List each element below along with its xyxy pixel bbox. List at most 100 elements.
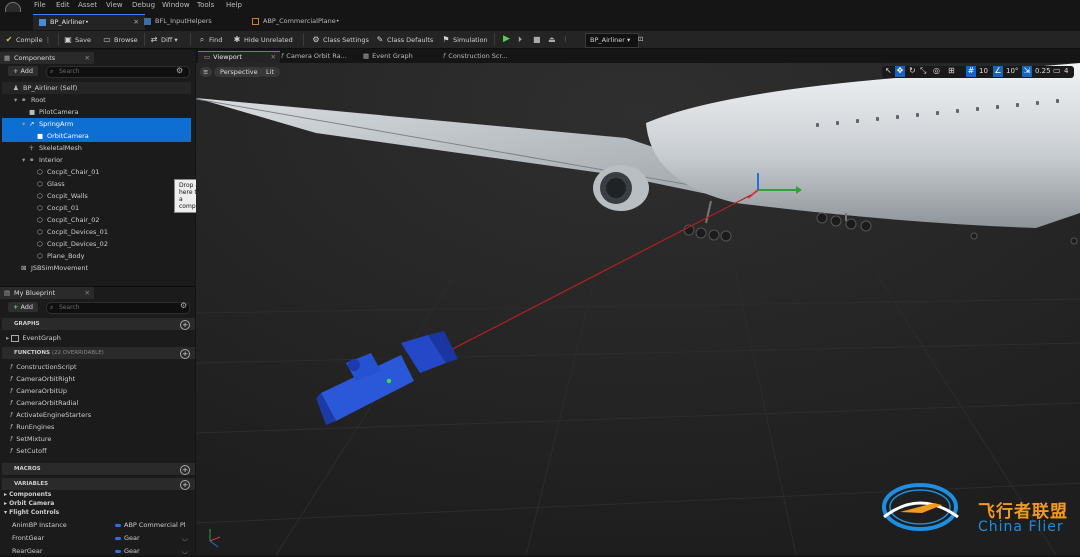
function-item[interactable]: f CameraOrbitRadial [10, 397, 180, 409]
function-item[interactable]: f CameraOrbitRight [10, 373, 180, 385]
surface-snap-icon[interactable]: ⊞ [948, 66, 955, 75]
play-options-icon[interactable]: ⋮ [562, 33, 569, 46]
rotation-snap-value[interactable]: 10° [1006, 67, 1018, 75]
tab-viewport[interactable]: ▭ Viewport ✕ [198, 51, 280, 63]
variable-type[interactable]: Gear [115, 545, 140, 557]
component-tree-item[interactable]: ▾ ⚭ Interior [2, 154, 191, 166]
debug-select-icon[interactable]: ⊡ [638, 33, 643, 46]
scale-snap-value[interactable]: 0.25 [1035, 67, 1051, 75]
select-mode-icon[interactable]: ↖ [885, 66, 892, 75]
collapse-arrow-icon[interactable]: ▾ [22, 118, 29, 130]
function-item[interactable]: f SetCutoff [10, 445, 180, 457]
scale-snap-icon[interactable]: ⇲ [1022, 66, 1032, 77]
function-item[interactable]: f RunEngines [10, 421, 180, 433]
tab-event-graph[interactable]: ▦ Event Graph [357, 51, 439, 62]
component-tree-item[interactable]: ▾ ⚭ Root [2, 94, 191, 106]
eye-icon[interactable]: ◡ [182, 545, 188, 557]
camera-speed-icon[interactable]: ▭ [1053, 66, 1061, 75]
function-item[interactable]: f ActivateEngineStarters [10, 409, 180, 421]
variable-group-components[interactable]: ▸ Components [4, 490, 51, 499]
variable-row[interactable]: FrontGear Gear ◡ [12, 532, 192, 544]
add-variable-icon[interactable]: + [180, 480, 190, 490]
component-tree-item[interactable]: ⊠ JSBSimMovement [2, 262, 191, 274]
components-search-input[interactable]: ⌕ Search [46, 66, 190, 78]
menu-help[interactable]: Help [226, 1, 242, 9]
component-tree-item[interactable]: ⬡ Cocpit_01 [2, 202, 191, 214]
debug-object-dropdown[interactable]: BP_Airliner ▾ [585, 33, 639, 48]
add-component-button[interactable]: + Add [8, 66, 39, 76]
play-icon[interactable]: ▶ [503, 33, 510, 46]
tab-bfl-inputhelpers[interactable]: BFL_InputHelpers [138, 14, 250, 29]
grid-snap-value[interactable]: 10 [979, 67, 988, 75]
variable-group-orbit-camera[interactable]: ▸ Orbit Camera [4, 499, 54, 508]
component-tree-item[interactable]: ⬡ Cocpit_Chair_01 [2, 166, 191, 178]
menu-edit[interactable]: Edit [56, 1, 70, 9]
tab-construction-script[interactable]: f Construction Scr... [437, 51, 529, 62]
scale-mode-icon[interactable]: ⤡ [920, 66, 926, 76]
variable-type[interactable]: Gear [115, 532, 140, 544]
close-icon[interactable]: ✕ [85, 52, 90, 64]
simulation-button[interactable]: ⚑ Simulation [442, 33, 487, 46]
variable-group-flight-controls[interactable]: ▾ Flight Controls [4, 508, 59, 517]
menu-view[interactable]: View [106, 1, 123, 9]
variables-section-header[interactable]: VARIABLES [2, 478, 195, 490]
lit-button[interactable]: Lit [260, 67, 280, 77]
function-item[interactable]: f ConstructionScript [10, 361, 180, 373]
close-icon[interactable]: ✕ [85, 287, 90, 299]
component-tree-item[interactable]: ▾ ↗ SpringArm [2, 118, 191, 130]
class-defaults-button[interactable]: ✎ Class Defaults [376, 33, 434, 46]
menu-file[interactable]: File [34, 1, 46, 9]
component-tree-item[interactable]: ⬡ Glass [2, 178, 191, 190]
graphs-section-header[interactable]: GRAPHS [2, 318, 195, 330]
components-tab[interactable]: ▦ Components ✕ [0, 52, 94, 64]
add-graph-icon[interactable]: + [180, 320, 190, 330]
function-item[interactable]: f SetMixture [10, 433, 180, 445]
menu-asset[interactable]: Asset [78, 1, 97, 9]
camera-speed-value[interactable]: 4 [1064, 67, 1068, 75]
viewport-menu-button[interactable]: ≡ [200, 67, 212, 77]
settings-gear-icon[interactable]: ⚙ [176, 66, 183, 75]
step-icon[interactable]: ⏵ [518, 33, 522, 46]
eye-icon[interactable]: ◡ [182, 532, 188, 544]
function-item[interactable]: f CameraOrbitUp [10, 385, 180, 397]
stop-icon[interactable]: ■ [533, 33, 541, 46]
collapse-arrow-icon[interactable]: ▾ [22, 154, 29, 166]
variable-type[interactable]: ABP Commercial Pl [115, 519, 186, 531]
perspective-button[interactable]: Perspective [214, 67, 264, 77]
tab-bp-airliner[interactable]: BP_Airliner• ✕ [33, 14, 145, 30]
grid-snap-icon[interactable]: # [966, 66, 976, 77]
world-local-icon[interactable]: ◎ [933, 66, 940, 75]
blueprint-search-input[interactable]: ⌕ Search [46, 302, 190, 314]
component-tree-item[interactable]: ⬡ Plane_Body [2, 250, 191, 262]
event-graph-item[interactable]: ▸ EventGraph [6, 332, 61, 344]
menu-window[interactable]: Window [162, 1, 190, 9]
add-macro-icon[interactable]: + [180, 465, 190, 475]
settings-gear-icon[interactable]: ⚙ [180, 301, 187, 310]
macros-section-header[interactable]: MACROS [2, 463, 195, 475]
component-tree-item[interactable]: ⬡ Cocpit_Devices_01 [2, 226, 191, 238]
viewport-3d[interactable]: ≡ Perspective Lit ↖ ✥ ↻ ⤡ ◎ ⊞ # 10 ∠ 10°… [196, 63, 1080, 555]
hide-unrelated-button[interactable]: ✱ Hide Unrelated [233, 33, 293, 46]
class-settings-button[interactable]: ⚙ Class Settings [312, 33, 368, 46]
variable-row[interactable]: AnimBP Instance ABP Commercial Pl [12, 519, 192, 531]
variable-row[interactable]: RearGear Gear ◡ [12, 545, 192, 557]
rotate-mode-icon[interactable]: ↻ [909, 66, 916, 75]
eject-icon[interactable]: ⏏ [548, 33, 556, 46]
compile-button[interactable]: ✔ Compile ⋮ [5, 33, 52, 46]
component-tree-item[interactable]: ⬡ Cocpit_Walls [2, 190, 191, 202]
menu-tools[interactable]: Tools [197, 1, 214, 9]
add-member-button[interactable]: + Add [8, 302, 39, 312]
diff-button[interactable]: ⇄ Diff ▾ [150, 33, 178, 46]
component-tree-item[interactable]: ☥ SkeletalMesh [2, 142, 191, 154]
component-tree-item[interactable]: ⬡ Cocpit_Chair_02 [2, 214, 191, 226]
tab-camera-orbit[interactable]: f Camera Orbit Ra... [275, 51, 362, 62]
component-tree-item[interactable]: ⬡ Cocpit_Devices_02 [2, 238, 191, 250]
add-function-icon[interactable]: + [180, 349, 190, 359]
functions-section-header[interactable]: FUNCTIONS (22 OVERRIDABLE) [2, 347, 195, 359]
find-button[interactable]: ⌕ Find [198, 33, 223, 46]
component-tree-item[interactable]: ■ PilotCamera [2, 106, 191, 118]
component-tree-item[interactable]: ■ OrbitCamera [2, 130, 191, 142]
collapse-arrow-icon[interactable]: ▾ [14, 94, 21, 106]
menu-debug[interactable]: Debug [132, 1, 155, 9]
move-mode-icon[interactable]: ✥ [895, 66, 905, 77]
